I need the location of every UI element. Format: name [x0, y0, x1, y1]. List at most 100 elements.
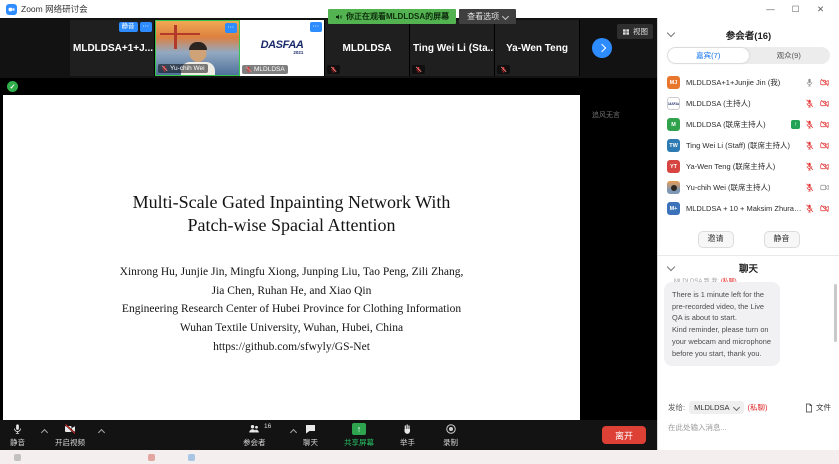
view-layout-button[interactable]: 视图 [617, 24, 653, 39]
bridge-graphic [174, 25, 177, 49]
avatar: M [667, 118, 680, 131]
send-file-button[interactable]: 文件 [805, 402, 831, 413]
mic-muted-icon [245, 66, 252, 73]
leave-label: 离开 [615, 429, 633, 442]
participant-row[interactable]: Yu-chih Wei (联席主持人) [658, 177, 839, 198]
mute-button[interactable]: 静音 [10, 423, 25, 448]
participants-options-chevron[interactable] [290, 429, 297, 436]
raise-hand-icon [402, 423, 413, 435]
video-tile-mldldsa-dasfaa[interactable]: ⋯ DASFAA 2021 MLDLDSA [240, 20, 325, 76]
chat-send-to-row: 发给: MLDLDSA (私聊) 文件 [668, 401, 831, 414]
participant-row[interactable]: M+ MLDLDSA + 10 + Maksim Zhuravs... [658, 198, 839, 219]
tab-panelists[interactable]: 嘉宾(7) [668, 48, 749, 63]
desktop-taskbar-sliver [0, 450, 839, 464]
raise-hand-button[interactable]: 举手 [400, 423, 415, 448]
chevron-down-icon [502, 13, 509, 20]
mute-me-button[interactable]: 静音 [764, 231, 800, 248]
camera-icon [819, 183, 830, 192]
mic-muted-icon [500, 66, 507, 73]
avatar: M+ [667, 202, 680, 215]
video-tile-mldldsa-junjie[interactable]: 静音 ⋯ MLDLDSA+1+J... [70, 20, 155, 76]
participant-name: MLDLDSA+1+Junjie Jin (我) [686, 77, 802, 88]
tile-mute-badge[interactable]: 静音 [119, 22, 138, 32]
video-tile-ya-wen-teng[interactable]: Ya-Wen Teng [495, 20, 580, 76]
participant-name: MLDLDSA + 10 + Maksim Zhuravs... [686, 204, 802, 213]
mic-icon [12, 423, 23, 435]
mic-muted-icon [415, 66, 422, 73]
chat-message-bubble: There is 1 minute left for the pre-recor… [664, 282, 780, 366]
chevron-down-icon [732, 404, 739, 411]
window-controls: — ☐ ✕ [758, 0, 833, 18]
slide-affiliation-line2: Wuhan Textile University, Wuhan, Hubei, … [3, 319, 580, 338]
chat-button[interactable]: 聊天 [303, 423, 318, 448]
minimize-button[interactable]: — [758, 0, 783, 18]
viewer-watermark: 追风无言 [592, 110, 620, 120]
tile-menu-icon[interactable]: ⋯ [140, 22, 153, 32]
video-tile-ting-wei-li[interactable]: Ting Wei Li (Sta... [410, 20, 495, 76]
participant-name: MLDLDSA (主持人) [686, 98, 802, 109]
tile-menu-icon[interactable]: ⋯ [225, 23, 238, 33]
video-tile-yu-chih-wei[interactable]: ⋯ Yu-chih Wei [155, 20, 240, 76]
record-label: 录制 [443, 437, 458, 448]
camera-off-icon [819, 204, 830, 213]
mute-label: 静音 [10, 437, 25, 448]
meeting-toolbar: 静音 开启视频 16 参会者 聊天 ↑ 共享屏幕 举手 [0, 420, 657, 450]
camera-off-icon [819, 78, 830, 87]
participant-row[interactable]: TW Ting Wei Li (Staff) (联席主持人) [658, 135, 839, 156]
send-to-label: 发给: [668, 402, 685, 413]
camera-off-icon [819, 120, 830, 129]
leave-button[interactable]: 离开 [602, 426, 646, 444]
presentation-slide: Multi-Scale Gated Inpainting Network Wit… [3, 95, 580, 420]
invite-button[interactable]: 邀请 [698, 231, 734, 248]
next-participants-button[interactable] [592, 38, 612, 58]
camera-off-icon [819, 141, 830, 150]
shared-screen-area: ✓ Multi-Scale Gated Inpainting Network W… [0, 78, 657, 420]
tile-name: Ya-Wen Teng [503, 43, 571, 54]
file-icon [805, 403, 813, 413]
mic-icon [805, 78, 814, 87]
record-icon [445, 423, 457, 435]
participants-label: 参会者 [243, 437, 266, 448]
video-options-chevron[interactable] [98, 429, 105, 436]
taskbar-icon [188, 454, 195, 461]
maximize-button[interactable]: ☐ [783, 0, 808, 18]
tab-attendees[interactable]: 观众(9) [749, 48, 830, 63]
participant-name: Yu-chih Wei (联席主持人) [686, 182, 802, 193]
zoom-webinar-window: Zoom 网络研讨会 — ☐ ✕ 你正在观看MLDLDSA的屏幕 查看选项 静音… [0, 0, 839, 464]
participants-button[interactable]: 16 参会者 [243, 423, 266, 448]
mic-options-chevron[interactable] [41, 429, 48, 436]
participant-name: Ting Wei Li (Staff) (联席主持人) [686, 140, 802, 151]
avatar-photo [667, 181, 680, 194]
video-tile-mldldsa[interactable]: MLDLDSA [325, 20, 410, 76]
chat-icon [304, 423, 317, 435]
share-screen-label: 共享屏幕 [344, 437, 374, 448]
start-video-button[interactable]: 开启视频 [55, 423, 85, 448]
record-button[interactable]: 录制 [443, 423, 458, 448]
tile-name: Ting Wei Li (Sta... [410, 43, 494, 54]
recipient-dropdown[interactable]: MLDLDSA [689, 401, 743, 414]
view-options-button[interactable]: 查看选项 [459, 9, 516, 24]
participant-row[interactable]: MJ MLDLDSA+1+Junjie Jin (我) [658, 72, 839, 93]
chat-scrollbar[interactable] [834, 284, 837, 342]
avatar: MJ [667, 76, 680, 89]
avatar-dasfaa-logo: DASFAA [667, 97, 680, 110]
tile-menu-icon[interactable]: ⋯ [310, 22, 323, 32]
share-screen-button[interactable]: ↑ 共享屏幕 [344, 423, 374, 448]
participant-row[interactable]: YT Ya-Wen Teng (联席主持人) [658, 156, 839, 177]
participant-row[interactable]: DASFAA MLDLDSA (主持人) [658, 93, 839, 114]
share-screen-icon: ↑ [352, 423, 366, 435]
mic-muted-icon [330, 66, 337, 73]
mic-muted-icon [805, 204, 814, 213]
close-button[interactable]: ✕ [808, 0, 833, 18]
watching-text: 你正在观看MLDLDSA的屏幕 [346, 11, 449, 22]
dasfaa-logo: DASFAA 2021 [261, 40, 304, 56]
encryption-shield-icon[interactable]: ✓ [7, 81, 18, 92]
avatar: TW [667, 139, 680, 152]
slide-authors-block: Xinrong Hu, Junjie Jin, Mingfu Xiong, Ju… [3, 263, 580, 356]
dasfaa-logo-year: 2021 [261, 51, 304, 56]
participants-icon [247, 423, 261, 435]
participant-row[interactable]: M MLDLDSA (联席主持人) ↑ [658, 114, 839, 135]
mic-muted-icon [161, 65, 168, 72]
camera-off-icon [819, 162, 830, 171]
chat-input[interactable]: 在此处输入消息... [668, 422, 727, 433]
